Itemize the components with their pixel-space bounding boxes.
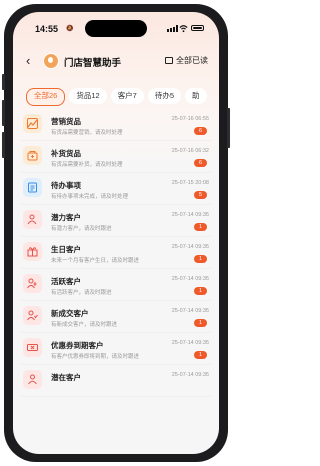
item-time: 25-07-14 09:35 bbox=[171, 372, 209, 378]
list-item[interactable]: 生日客户未来一个月有客户生日，请及时跟进 25-07-14 09:35 1 bbox=[21, 237, 211, 269]
tab-3[interactable]: 待办5 bbox=[147, 88, 182, 104]
list-item[interactable]: 补货货品有货品需要补货，请及时处理 25-07-16 06:32 6 bbox=[21, 141, 211, 173]
tab-0[interactable]: 全部26 bbox=[26, 88, 66, 106]
side-button bbox=[2, 74, 5, 90]
item-title: 潜力客户 bbox=[51, 213, 81, 222]
assistant-avatar-icon bbox=[43, 53, 59, 69]
unread-badge: 6 bbox=[194, 127, 207, 135]
unread-badge: 1 bbox=[194, 287, 207, 295]
read-all-button[interactable]: 全部已读 bbox=[165, 55, 208, 66]
item-description: 有待办事项未完成，请及时处理 bbox=[51, 194, 129, 200]
list-item[interactable]: 潜在客户 25-07-14 09:35 bbox=[21, 365, 211, 397]
mute-bell-icon: 🔕 bbox=[66, 26, 74, 32]
status-time: 14:55 bbox=[35, 24, 59, 34]
item-title: 营销货品 bbox=[51, 117, 81, 126]
unread-badge: 1 bbox=[194, 255, 207, 263]
unread-badge: 5 bbox=[194, 191, 207, 199]
item-title: 活跃客户 bbox=[51, 277, 81, 286]
phone-frame: 14:55 🔕 ‹ 门店智慧助手 全部已读 全部26 货品12 客户7 待办5 助 营销… bbox=[2, 4, 230, 462]
item-description: 有客户优惠券即将到期，请及时跟进 bbox=[51, 354, 140, 360]
item-description: 有潜力客户，请及时跟进 bbox=[51, 226, 112, 232]
side-button bbox=[2, 100, 5, 126]
wifi-icon bbox=[179, 25, 188, 33]
item-title: 潜在客户 bbox=[51, 373, 81, 382]
item-time: 25-07-14 09:35 bbox=[171, 244, 209, 250]
item-time: 25-07-14 09:35 bbox=[171, 212, 209, 218]
item-time: 25-07-14 09:35 bbox=[171, 308, 209, 314]
read-all-label: 全部已读 bbox=[176, 56, 208, 65]
side-button bbox=[2, 132, 5, 158]
list-item[interactable]: 潜力客户有潜力客户，请及时跟进 25-07-14 09:35 1 bbox=[21, 205, 211, 237]
item-description: 未来一个月有客户生日，请及时跟进 bbox=[51, 258, 140, 264]
item-description: 有活跃客户，请及时跟进 bbox=[51, 290, 112, 296]
filter-tabs: 全部26 货品12 客户7 待办5 助 bbox=[26, 88, 207, 106]
app-screen: 14:55 🔕 ‹ 门店智慧助手 全部已读 全部26 货品12 客户7 待办5 助 营销… bbox=[13, 12, 219, 454]
unread-badge: 6 bbox=[194, 159, 207, 167]
list-item[interactable]: 优惠券到期客户有客户优惠券即将到期，请及时跟进 25-07-14 09:35 1 bbox=[21, 333, 211, 365]
item-title: 优惠券到期客户 bbox=[51, 341, 104, 350]
unread-badge: 1 bbox=[194, 351, 207, 359]
coupon-icon bbox=[23, 338, 42, 357]
side-button bbox=[227, 108, 230, 148]
unread-badge: 1 bbox=[194, 319, 207, 327]
item-description: 有新成交客户，请及时跟进 bbox=[51, 322, 118, 328]
message-list: 营销货品 有货品需要营销，请及时处理 25-07-16 06:55 6 补货货品 有货品需… bbox=[21, 109, 211, 397]
status-bar: 14:55 🔕 bbox=[13, 12, 219, 38]
item-time: 25-07-14 09:35 bbox=[171, 276, 209, 282]
task-icon bbox=[23, 178, 42, 197]
list-item[interactable]: 新成交客户有新成交客户，请及时跟进 25-07-14 09:35 1 bbox=[21, 301, 211, 333]
tab-4[interactable]: 助 bbox=[185, 88, 207, 104]
dynamic-island bbox=[85, 20, 147, 37]
item-title: 补货货品 bbox=[51, 149, 81, 158]
item-title: 生日客户 bbox=[51, 245, 81, 254]
page-title: 门店智慧助手 bbox=[64, 58, 122, 69]
item-time: 25-07-15 20:08 bbox=[171, 180, 209, 186]
back-chevron-icon[interactable]: ‹ bbox=[26, 53, 30, 68]
nav-bar: ‹ 门店智慧助手 全部已读 bbox=[13, 50, 219, 72]
box-icon bbox=[23, 146, 42, 165]
person-icon bbox=[23, 370, 42, 389]
chart-icon bbox=[23, 114, 42, 133]
item-time: 25-07-14 09:35 bbox=[171, 340, 209, 346]
item-time: 25-07-16 06:32 bbox=[171, 148, 209, 154]
item-time: 25-07-16 06:55 bbox=[171, 116, 209, 122]
person-new-icon bbox=[23, 306, 42, 325]
item-description: 有货品需要补货，请及时处理 bbox=[51, 162, 123, 168]
item-title: 待办事项 bbox=[51, 181, 81, 190]
person-up-icon bbox=[23, 210, 42, 229]
mail-icon bbox=[165, 57, 173, 64]
item-description: 有货品需要营销，请及时处理 bbox=[51, 130, 123, 136]
list-item[interactable]: 营销货品有货品需要营销，请及时处理 25-07-16 06:55 6 bbox=[21, 109, 211, 141]
list-item[interactable]: 待办事项有待办事项未完成，请及时处理 25-07-15 20:08 5 bbox=[21, 173, 211, 205]
item-title: 新成交客户 bbox=[51, 309, 89, 318]
person-active-icon bbox=[23, 274, 42, 293]
battery-icon bbox=[191, 25, 204, 31]
unread-badge: 1 bbox=[194, 223, 207, 231]
list-item[interactable]: 活跃客户有活跃客户，请及时跟进 25-07-14 09:35 1 bbox=[21, 269, 211, 301]
tab-2[interactable]: 客户7 bbox=[110, 88, 144, 104]
signal-icon bbox=[167, 25, 178, 32]
gift-icon bbox=[23, 242, 42, 261]
tab-1[interactable]: 货品12 bbox=[69, 88, 107, 104]
